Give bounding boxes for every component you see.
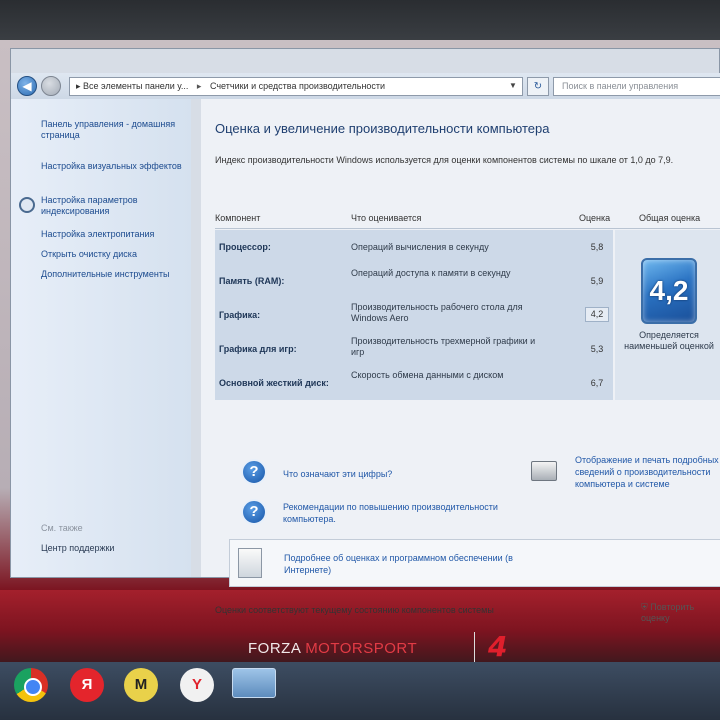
taskbar: Я M Y <box>0 662 720 720</box>
row-component: Графика: <box>219 310 261 320</box>
wallpaper-logo: FORZA MOTORSPORT <box>248 640 417 657</box>
control-panel-window: ◀ ▸ Все элементы панели у... ▸ Счетчики … <box>10 48 720 623</box>
logo-number: 4 <box>488 630 508 663</box>
row-score: 6,7 <box>590 378 604 388</box>
row-score: 5,8 <box>590 242 604 252</box>
breadcrumb-arrow-icon: ▸ <box>76 81 81 91</box>
main-content: Оценка и увеличение производительности к… <box>201 99 720 623</box>
m-app-icon[interactable]: M <box>124 668 158 702</box>
address-bar: ◀ ▸ Все элементы панели у... ▸ Счетчики … <box>11 73 720 99</box>
sidebar-link-support-center[interactable]: Центр поддержки <box>41 543 114 553</box>
overall-score-panel: 4,2 Определяется наименьшей оценкой <box>615 230 720 400</box>
row-what: Операций доступа к памяти в секунду <box>351 268 511 278</box>
help-icon: ? <box>241 499 267 525</box>
row-what: Производительность рабочего стола для Wi… <box>351 302 523 323</box>
row-component: Память (RAM): <box>219 276 285 286</box>
row-what: Операций вычисления в секунду <box>351 242 489 252</box>
logo-separator <box>474 632 475 662</box>
logo-forza: FORZA <box>248 640 301 657</box>
sidebar-link-advanced-tools[interactable]: Дополнительные инструменты <box>41 269 183 280</box>
header-overall: Общая оценка <box>639 213 701 223</box>
back-button[interactable]: ◀ <box>17 76 37 96</box>
breadcrumb[interactable]: ▸ Все элементы панели у... ▸ Счетчики и … <box>69 77 523 96</box>
sidebar-link-disk-cleanup[interactable]: Открыть очистку диска <box>41 249 183 260</box>
control-panel-taskbar-icon[interactable] <box>232 668 276 698</box>
overall-score-note: Определяется наименьшей оценкой <box>624 330 714 351</box>
header-component: Компонент <box>215 213 261 223</box>
shield-icon <box>19 197 35 213</box>
sidebar-link-indexing[interactable]: Настройка параметров индексирования <box>41 195 183 217</box>
refresh-button[interactable]: ↻ <box>527 77 549 96</box>
chevron-down-icon[interactable]: ▼ <box>509 77 517 94</box>
shield-icon: ⛨ <box>641 602 648 612</box>
chrome-icon[interactable] <box>14 668 48 702</box>
row-what: Скорость обмена данными с диском <box>351 370 504 380</box>
forward-button[interactable] <box>41 76 61 96</box>
table-header: Компонент Что оценивается Оценка Общая о… <box>215 207 720 229</box>
link-more-info[interactable]: Подробнее об оценках и программном обесп… <box>284 552 524 576</box>
link-what-numbers[interactable]: Что означают эти цифры? <box>283 468 523 480</box>
row-component: Основной жесткий диск: <box>219 378 329 388</box>
repeat-assessment-label: Повторить оценку <box>641 602 695 623</box>
logo-motorsport: MOTORSPORT <box>305 640 418 657</box>
table-row: Графика для игр: Производительность трех… <box>215 332 613 366</box>
table-row: Процессор: Операций вычисления в секунду… <box>215 230 613 264</box>
header-what: Что оценивается <box>351 213 422 223</box>
help-icon: ? <box>241 459 267 485</box>
row-score: 5,3 <box>590 344 604 354</box>
table-row: Графика: Производительность рабочего сто… <box>215 298 613 332</box>
overall-score-badge: 4,2 <box>641 258 697 324</box>
sidebar-link-power[interactable]: Настройка электропитания <box>41 229 183 240</box>
sidebar-link-home[interactable]: Панель управления - домашняя страница <box>41 119 183 141</box>
row-score: 5,9 <box>590 276 604 286</box>
link-recommendations[interactable]: Рекомендации по повышению производительн… <box>283 501 523 525</box>
score-table: Компонент Что оценивается Оценка Общая о… <box>215 207 720 400</box>
more-info-box: Подробнее об оценках и программном обесп… <box>229 539 720 587</box>
row-component: Процессор: <box>219 242 271 252</box>
sidebar-link-visual-effects[interactable]: Настройка визуальных эффектов <box>41 161 183 172</box>
row-what: Производительность трехмерной графики и … <box>351 336 536 357</box>
header-score: Оценка <box>579 213 611 223</box>
yandex-icon[interactable]: Я <box>70 668 104 702</box>
page-title: Оценка и увеличение производительности к… <box>215 121 550 136</box>
breadcrumb-item[interactable]: Счетчики и средства производительности <box>210 81 385 91</box>
table-row: Основной жесткий диск: Скорость обмена д… <box>215 366 613 400</box>
yandex-browser-icon[interactable]: Y <box>180 668 214 702</box>
footer-status: Оценки соответствуют текущему состоянию … <box>215 605 494 615</box>
breadcrumb-separator-icon: ▸ <box>196 81 202 91</box>
link-print-details[interactable]: Отображение и печать подробных сведений … <box>575 454 720 490</box>
search-input[interactable]: Поиск в панели управления <box>553 77 720 96</box>
row-component: Графика для игр: <box>219 344 297 354</box>
table-row: Память (RAM): Операций доступа к памяти … <box>215 264 613 298</box>
see-also-heading: См. также <box>41 523 83 533</box>
table-rows: Процессор: Операций вычисления в секунду… <box>215 230 613 400</box>
repeat-assessment-button[interactable]: ⛨ Повторить оценку <box>641 602 720 623</box>
printer-icon <box>531 461 557 481</box>
row-score-lowest: 4,2 <box>585 307 609 322</box>
page-description: Индекс производительности Windows исполь… <box>215 155 674 165</box>
sidebar: Панель управления - домашняя страница На… <box>11 99 191 577</box>
software-icon <box>238 548 262 578</box>
breadcrumb-item[interactable]: Все элементы панели у... <box>83 81 188 91</box>
